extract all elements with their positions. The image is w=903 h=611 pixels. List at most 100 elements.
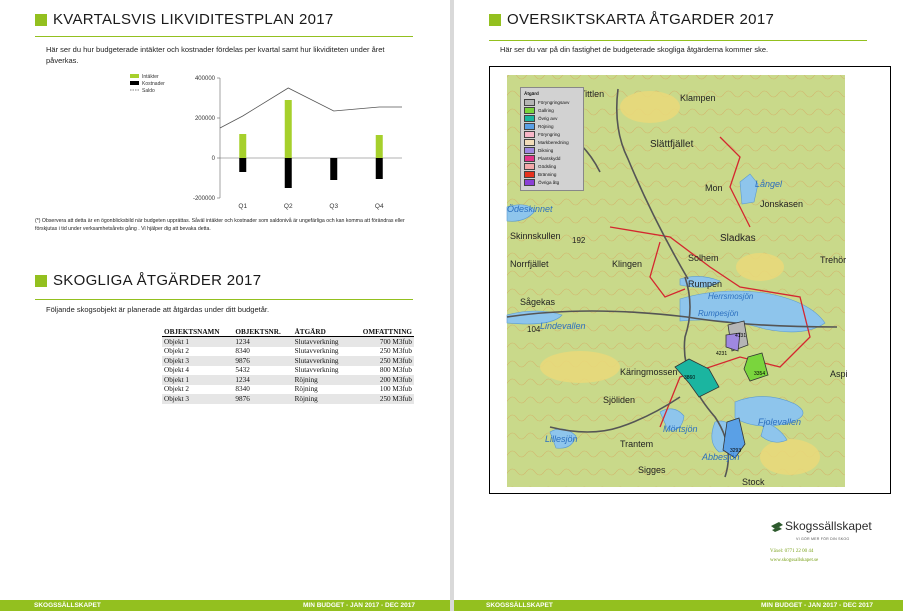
left-footer-bar: SKOGSSÄLLSKAPET MIN BUDGET - JAN 2017 - … [0, 600, 450, 611]
legend-label: Bränning [538, 172, 557, 178]
legend-item: Röjning [524, 122, 580, 130]
chart-legend: IntäkterKostnaderSaldo [130, 74, 165, 94]
title-rule [489, 40, 867, 41]
legend-swatch [524, 122, 535, 130]
legend-label: Markberedning [538, 140, 569, 146]
income-bar [375, 135, 383, 158]
legend-label: Röjning [538, 123, 554, 129]
legend-title: Åtgärd [524, 91, 539, 96]
legend-swatch [524, 114, 535, 122]
place-label: Klampen [680, 93, 716, 103]
contact-phone: Växel: 0771 22 00 44 [770, 549, 814, 554]
saldo-line [219, 87, 402, 129]
legend-swatch [524, 171, 535, 179]
legend-swatch [524, 98, 535, 106]
legend-swatch [524, 147, 535, 155]
legend-item: Gödsling [524, 163, 580, 171]
place-label: Solhem [688, 253, 719, 263]
legend-label: Intäkter [142, 74, 159, 80]
place-label: Rumpen [688, 279, 722, 289]
map-legend: Åtgärd Föryngringsavv Gallring Övrig avv Rö… [520, 87, 584, 192]
place-label: Herrsmosjön [708, 292, 754, 301]
place-label: Klingen [612, 259, 642, 269]
col-header-objektsnr: OBJEKTSNR. [233, 327, 293, 337]
place-label: Stock [742, 477, 765, 487]
footer-brand: SKOGSSÄLLSKAPET [486, 602, 553, 609]
legend-swatch [130, 74, 139, 78]
legend-item: Plantskydd [524, 155, 580, 163]
brand-name: Skogssällskapet [785, 519, 872, 533]
object-label: 3860 [684, 375, 695, 381]
place-label: 104 [527, 325, 541, 334]
liquidity-intro: Här ser du hur budgeterade intäkter och … [46, 45, 385, 65]
row-number: 1234 [233, 336, 293, 347]
tree-icon [771, 522, 783, 532]
row-number: 8340 [235, 385, 250, 394]
left-page: KVARTALSVIS LIKVIDITESTPLAN 2017 Här ser… [0, 0, 450, 611]
place-label: Skinnskullen [510, 231, 561, 241]
place-label: Slättfjället [650, 139, 694, 150]
object-label: 3354 [754, 371, 765, 377]
x-tick-label: Q3 [329, 203, 338, 210]
row-volume: 200 M3fub [350, 375, 414, 385]
row-volume: 250 M3fub [350, 394, 414, 404]
row-number: 9876 [233, 356, 293, 366]
x-tick-label: Q2 [284, 203, 293, 210]
cost-bar [239, 158, 247, 172]
legend-swatch [524, 106, 535, 114]
income-bar [284, 100, 292, 158]
col-header-objektsnamn: OBJEKTSNAMN [162, 327, 234, 337]
table-row: Objekt 4 5432 Slutavverkning 800 M3fub [162, 366, 414, 376]
legend-label: Gödsling [538, 164, 557, 170]
legend-label: Föryngringsavv [538, 99, 570, 105]
row-volume: 250 M3fub [379, 347, 412, 356]
legend-item: Markberedning [524, 138, 580, 147]
forestry-actions-title: SKOGLIGA ÅTGÄRDER 2017 [53, 272, 262, 289]
table-row: Objekt 3 9876 Slutavverkning 250 M3fub [162, 356, 414, 366]
cost-bar [330, 158, 338, 180]
legend-swatch [524, 130, 535, 138]
section-marker [35, 275, 47, 287]
row-name: Objekt 2 [164, 347, 189, 356]
place-label: Sjöliden [603, 395, 635, 405]
place-label: Rumpesjön [698, 309, 739, 318]
x-tick-label: Q1 [238, 203, 247, 210]
title-rule [35, 299, 413, 300]
row-volume: 700 M3fub [350, 336, 414, 347]
footer-brand: SKOGSSÄLLSKAPET [34, 602, 101, 609]
place-label: Käringmossen [620, 367, 678, 377]
place-label: Sågekas [520, 297, 556, 307]
table-row: Objekt 2 8340 Röjning 100 M3fub [162, 385, 414, 395]
right-page: OVERSIKTSKARTA ÅTGARDER 2017 Här ser du … [454, 0, 903, 611]
place-label: Lillesjön [545, 434, 578, 444]
y-tick-label: 400000 [195, 76, 216, 82]
place-label: Sigges [638, 465, 666, 475]
row-name: Objekt 3 [162, 356, 234, 366]
place-label: Trantem [620, 439, 653, 449]
legend-label: Övrig avv [538, 115, 558, 121]
x-tick-label: Q4 [375, 203, 384, 210]
col-header-atgard: ÅTGÄRD [292, 327, 351, 337]
place-label: Norrfjället [510, 259, 549, 269]
row-name: Objekt 1 [162, 375, 234, 385]
place-label: Fjolevallen [758, 417, 801, 427]
legend-label: Kostnader [142, 81, 165, 87]
legend-label: Dikning [538, 148, 554, 154]
map-overview-title: OVERSIKTSKARTA ÅTGARDER 2017 [507, 11, 775, 28]
place-label: 192 [572, 236, 586, 245]
object-label: 4131 [735, 333, 746, 339]
place-label: Trehör [820, 255, 846, 265]
legend-label: Övriga åtg [538, 180, 560, 186]
row-number: 1234 [233, 375, 293, 385]
row-volume: 250 M3fub [350, 356, 414, 366]
place-label: Långel [755, 179, 783, 189]
row-action: Röjning [292, 394, 351, 404]
row-action: Slutavverkning [294, 347, 339, 356]
row-name: Objekt 1 [162, 336, 234, 347]
row-name: Objekt 2 [164, 385, 189, 394]
contact-web[interactable]: www.skogssallskapet.se [770, 558, 818, 563]
brand-tagline: VI GÖR MER FÖR DIN SKOG [796, 537, 850, 541]
place-label: Abbesjön [701, 452, 740, 462]
map-intro: Här ser du var på din fastighet de budge… [500, 45, 769, 54]
row-name: Objekt 3 [162, 394, 234, 404]
